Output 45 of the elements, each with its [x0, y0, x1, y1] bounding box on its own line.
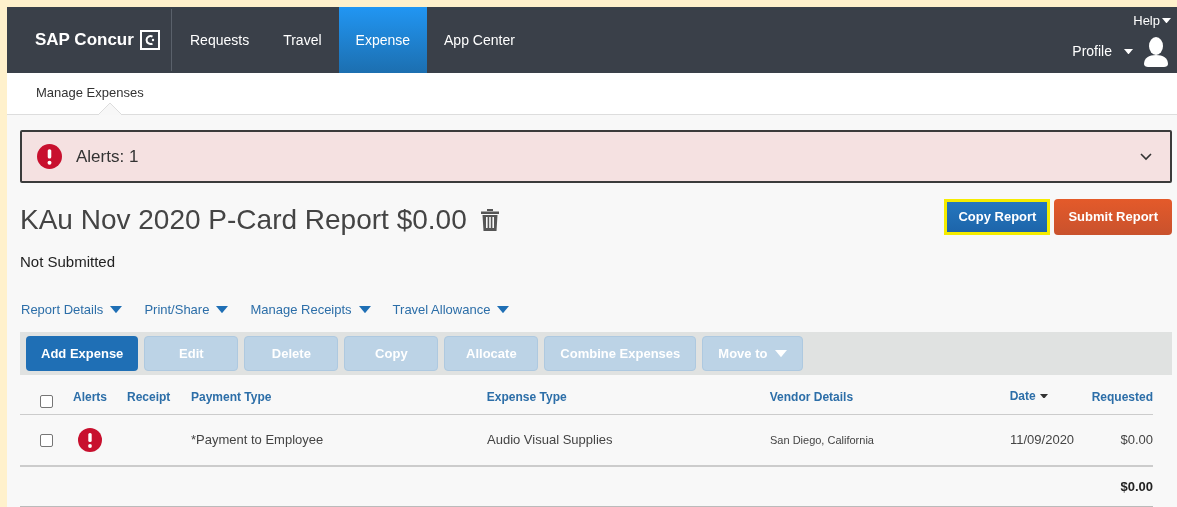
report-action-button[interactable]: Submit Report [1054, 199, 1172, 235]
caret-icon [497, 305, 510, 313]
nav-tab[interactable]: App Center [427, 7, 532, 73]
table-cell: Audio Visual Supplies [487, 432, 613, 448]
column-header[interactable]: Payment Type [190, 388, 272, 406]
table-cell: 11/09/2020 [1010, 432, 1075, 448]
table-cell: *Payment to Employee [191, 432, 324, 448]
report-title: KAu Nov 2020 P-Card Report $0.00 [20, 203, 467, 237]
report-action-button[interactable]: Copy Report [944, 199, 1051, 235]
logo-text: SAP Concur [35, 29, 134, 52]
checkbox[interactable] [40, 395, 53, 408]
report-menu[interactable]: Manage Receipts [250, 299, 371, 319]
column-header[interactable]: Receipt [126, 388, 171, 406]
logo-icon [139, 30, 160, 50]
column-header[interactable]: Date [1009, 387, 1048, 405]
sort-icon [1039, 393, 1048, 399]
caret-icon [1124, 48, 1133, 55]
column-header[interactable]: Expense Type [486, 388, 567, 406]
nav-tab[interactable]: Travel [266, 7, 339, 73]
report-status: Not Submitted [20, 252, 117, 272]
report-total: $0.00 [1120, 477, 1153, 496]
report-menu[interactable]: Report Details [21, 299, 123, 319]
alerts-banner[interactable]: Alerts: 1 [20, 130, 1172, 183]
report-menu[interactable]: Print/Share [144, 299, 229, 319]
subnav-tab[interactable]: Manage Expenses [36, 82, 144, 105]
help-menu[interactable]: Help [1133, 11, 1171, 31]
avatar-icon[interactable] [1143, 36, 1169, 67]
trash-icon[interactable] [480, 209, 499, 231]
caret-icon [1162, 18, 1171, 24]
column-header[interactable]: Vendor Details [769, 388, 854, 406]
alerts-label: Alerts: 1 [76, 145, 139, 168]
nav-tab[interactable]: Requests [173, 7, 267, 73]
table-cell: San Diego, California [770, 434, 874, 447]
caret-icon [358, 305, 371, 313]
checkbox[interactable] [40, 433, 53, 447]
caret-icon [216, 305, 229, 313]
table-cell: $0.00 [1120, 432, 1153, 448]
nav-tab[interactable]: Expense [338, 7, 428, 73]
toolbar-button[interactable]: Add Expense [26, 336, 139, 371]
column-header[interactable]: Alerts [73, 388, 107, 406]
alert-icon [37, 144, 62, 169]
profile-menu[interactable]: Profile [1072, 41, 1133, 62]
report-menu[interactable]: Travel Allowance [392, 299, 510, 319]
column-header[interactable]: Requested [1091, 388, 1153, 406]
caret-icon [110, 305, 123, 313]
